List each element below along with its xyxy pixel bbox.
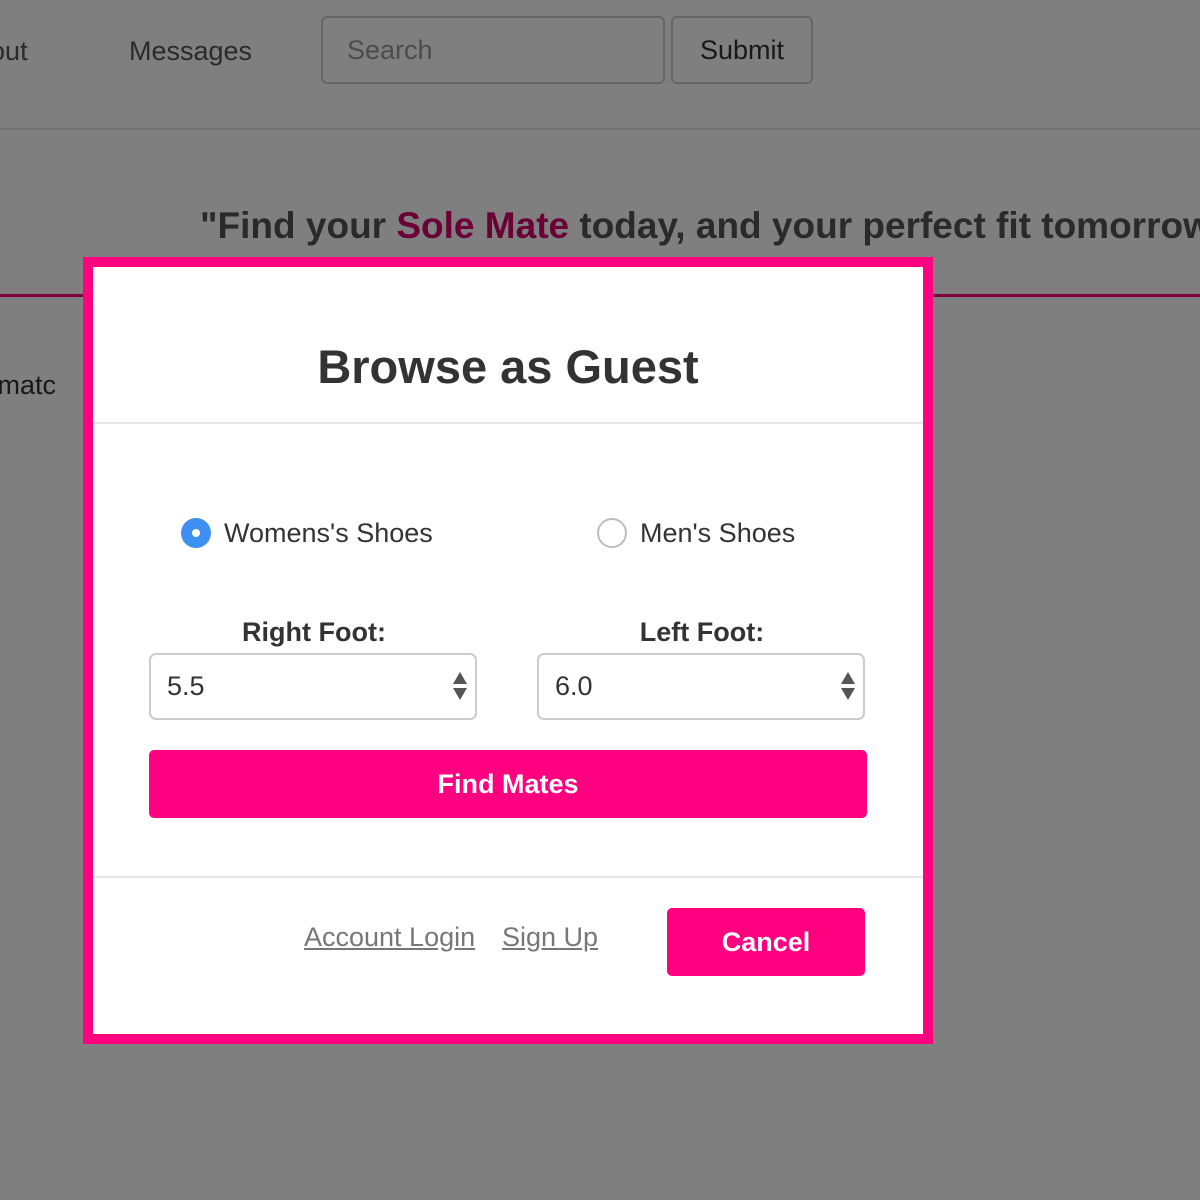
right-foot-label: Right Foot: [242,617,386,647]
find-mates-button[interactable]: Find Mates [149,750,867,818]
select-arrows-icon [841,672,855,702]
right-foot-size-select[interactable]: 5.5 [149,653,477,720]
cancel-button[interactable]: Cancel [667,908,865,976]
mens-shoes-radio[interactable] [597,518,627,548]
left-foot-size-value: 6.0 [555,671,593,701]
mens-shoes-label[interactable]: Men's Shoes [640,518,795,549]
left-foot-label: Left Foot: [639,617,765,647]
select-arrows-icon [453,672,467,702]
modal-footer-divider [93,876,923,878]
mens-shoes-option[interactable]: Men's Shoes [597,515,795,551]
account-login-link[interactable]: Account Login [304,922,475,953]
browse-as-guest-modal: Browse as Guest Womens's Shoes Men's Sho… [83,257,933,1044]
right-foot-size-value: 5.5 [167,671,205,701]
modal-header-divider [93,422,923,424]
modal-title: Browse as Guest [317,340,699,393]
womens-shoes-radio[interactable] [181,518,211,548]
sign-up-link[interactable]: Sign Up [502,922,598,953]
left-foot-size-select[interactable]: 6.0 [537,653,865,720]
womens-shoes-option[interactable]: Womens's Shoes [181,515,433,551]
womens-shoes-label[interactable]: Womens's Shoes [224,518,433,549]
